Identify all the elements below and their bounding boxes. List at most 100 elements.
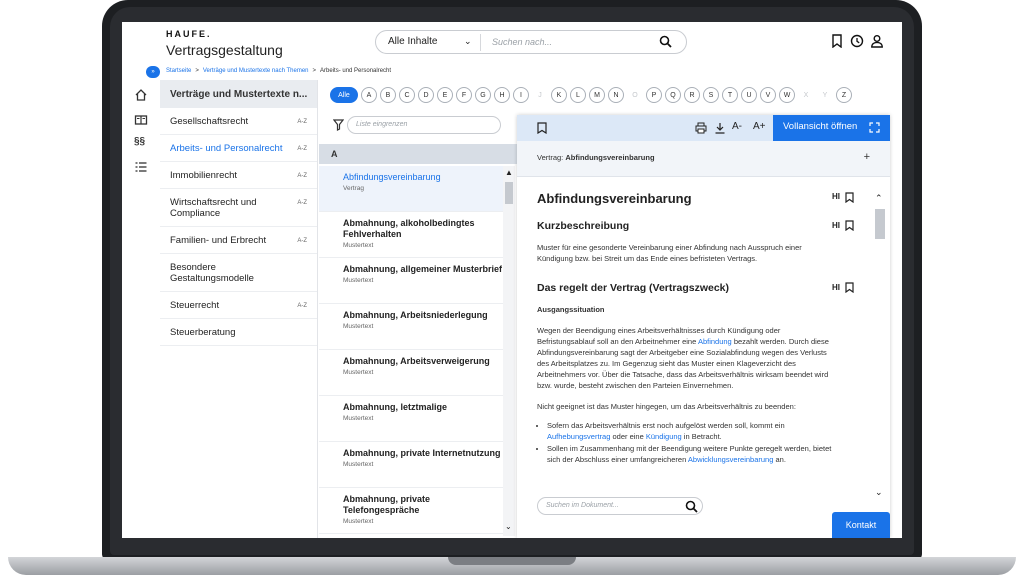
list-item[interactable]: Abmahnung, Arbeitsverweigerung Mustertext	[319, 350, 503, 396]
letter-filter-f[interactable]: F	[456, 87, 472, 103]
letter-filter-b[interactable]: B	[380, 87, 396, 103]
list-item[interactable]: Abmahnung, alkoholbedingtes Fehlverhalte…	[319, 212, 503, 258]
breadcrumb-link[interactable]: Startseite	[166, 68, 191, 74]
search-icon[interactable]	[659, 35, 672, 53]
home-icon[interactable]	[134, 88, 148, 102]
list-item[interactable]: Abmahnung, private Telefongespräche Muste…	[319, 488, 503, 534]
az-sort-icon[interactable]: A-Z	[297, 144, 307, 155]
list-scroll-thumb[interactable]	[505, 182, 513, 204]
letter-filter-alle[interactable]: Alle	[330, 87, 358, 103]
document-scroll-thumb[interactable]	[875, 209, 885, 239]
document-scrollbar[interactable]: ⌃ ⌄	[873, 193, 887, 505]
bookmark-icon[interactable]	[830, 34, 844, 49]
az-sort-icon[interactable]: A-Z	[297, 236, 307, 247]
list-item-type: Mustertext	[343, 277, 374, 284]
letter-filter-n[interactable]: N	[608, 87, 624, 103]
content-filter-select[interactable]: Alle Inhalte	[388, 36, 437, 47]
letter-filter-t[interactable]: T	[722, 87, 738, 103]
print-icon[interactable]	[695, 121, 707, 139]
letter-filter-c[interactable]: C	[399, 87, 415, 103]
letter-filter-h[interactable]: H	[494, 87, 510, 103]
history-clock-icon[interactable]	[850, 34, 864, 48]
letter-filter-d[interactable]: D	[418, 87, 434, 103]
chevron-down-icon[interactable]: ⌄	[875, 487, 883, 498]
list-scrollbar[interactable]: ▲ ⌄	[503, 166, 515, 536]
hi-badge[interactable]: HI	[832, 192, 840, 201]
category-item[interactable]: Besondere Gestaltungsmodelle	[160, 254, 317, 292]
category-item[interactable]: Gesellschaftsrecht A-Z	[160, 108, 317, 135]
bookmark-icon[interactable]	[845, 220, 854, 232]
letter-filter-q[interactable]: Q	[665, 87, 681, 103]
category-navigation: Verträge und Mustertexte n... Gesellscha…	[160, 80, 318, 538]
book-icon[interactable]	[134, 113, 148, 127]
text: Sofern das Arbeitsverhältnis erst noch a…	[547, 421, 785, 430]
list-item[interactable]: Abfindungsvereinbarung Vertrag	[319, 166, 503, 212]
chevron-up-icon[interactable]: ⌃	[875, 193, 883, 204]
link-aufhebungsvertrag[interactable]: Aufhebungsvertrag	[547, 432, 610, 441]
letter-filter-e[interactable]: E	[437, 87, 453, 103]
list-item[interactable]: Abmahnung, Arbeitsniederlegung Mustertext	[319, 304, 503, 350]
link-abfindung[interactable]: Abfindung	[698, 337, 732, 346]
search-input[interactable]: Suchen nach...	[492, 37, 552, 47]
paragraph-law-icon[interactable]: §§	[134, 136, 148, 150]
font-increase-icon[interactable]: A+	[753, 121, 766, 132]
letter-group-header: A	[319, 144, 517, 164]
link-kuendigung[interactable]: Kündigung	[646, 432, 682, 441]
download-icon[interactable]	[714, 121, 726, 139]
letter-filter-l[interactable]: L	[570, 87, 586, 103]
az-sort-icon[interactable]: A-Z	[297, 301, 307, 312]
letter-filter-z[interactable]: Z	[836, 87, 852, 103]
search-icon[interactable]	[685, 500, 698, 518]
list-item-title: Abmahnung, private Telefongespräche	[343, 494, 431, 515]
letter-filter-m[interactable]: M	[589, 87, 605, 103]
app-title: Vertragsgestaltung	[166, 42, 283, 58]
list-item[interactable]: Abmahnung, private Internetnutzung Muster…	[319, 442, 503, 488]
letter-filter-v[interactable]: V	[760, 87, 776, 103]
paragraph: Wegen der Beendigung eines Arbeitsverhäl…	[537, 325, 833, 391]
letter-filter-u[interactable]: U	[741, 87, 757, 103]
category-item[interactable]: Steuerrecht A-Z	[160, 292, 317, 319]
category-item[interactable]: Immobilienrecht A-Z	[160, 162, 317, 189]
letter-filter-s[interactable]: S	[703, 87, 719, 103]
letter-filter-a[interactable]: A	[361, 87, 377, 103]
list-item[interactable]: Abmahnung, letztmalige Mustertext	[319, 396, 503, 442]
category-item[interactable]: Arbeits- und Personalrecht A-Z	[160, 135, 317, 162]
plus-icon[interactable]: +	[864, 151, 870, 163]
category-item[interactable]: Familien- und Erbrecht A-Z	[160, 227, 317, 254]
az-sort-icon[interactable]: A-Z	[297, 198, 307, 209]
category-heading[interactable]: Verträge und Mustertexte n...	[160, 80, 317, 108]
hi-badge[interactable]: HI	[832, 221, 840, 230]
link-abwicklungsvereinbarung[interactable]: Abwicklungsvereinbarung	[688, 455, 773, 464]
full-view-button[interactable]: Vollansicht öffnen	[773, 115, 890, 141]
chevron-down-icon[interactable]: ⌄	[464, 36, 472, 47]
az-sort-icon[interactable]: A-Z	[297, 171, 307, 182]
bookmark-icon[interactable]	[845, 191, 854, 204]
letter-filter-i[interactable]: I	[513, 87, 529, 103]
letter-filter-p[interactable]: P	[646, 87, 662, 103]
breadcrumb-current: Arbeits- und Personalrecht	[320, 68, 392, 74]
scroll-up-icon[interactable]: ▲	[505, 168, 513, 177]
list-icon[interactable]	[134, 160, 148, 174]
hi-badge[interactable]: HI	[832, 283, 840, 292]
letter-filter-g[interactable]: G	[475, 87, 491, 103]
user-account-icon[interactable]	[870, 34, 884, 48]
contact-button[interactable]: Kontakt	[832, 512, 890, 538]
bookmark-icon[interactable]	[845, 282, 854, 294]
category-item[interactable]: Steuerberatung	[160, 319, 317, 346]
breadcrumb-link[interactable]: Verträge und Mustertexte nach Themen	[203, 68, 309, 74]
filter-funnel-icon[interactable]	[332, 118, 345, 136]
toggle-sidebar-button[interactable]: »	[146, 66, 160, 78]
category-item[interactable]: Wirtschaftsrecht und Compliance A-Z	[160, 189, 317, 227]
list-filter-input[interactable]: Liste eingrenzen	[347, 116, 501, 134]
letter-filter-w[interactable]: W	[779, 87, 795, 103]
brand-logo[interactable]: HAUFE.	[166, 29, 212, 39]
letter-filter-k[interactable]: K	[551, 87, 567, 103]
letter-filter-r[interactable]: R	[684, 87, 700, 103]
document-search-input[interactable]: Suchen im Dokument...	[537, 497, 703, 515]
az-sort-icon[interactable]: A-Z	[297, 117, 307, 128]
bookmark-icon[interactable]	[537, 121, 547, 139]
font-decrease-icon[interactable]: A-	[732, 121, 742, 132]
list-item[interactable]: Abmahnung, allgemeiner Musterbrief Muster…	[319, 258, 503, 304]
category-label: Wirtschaftsrecht und Compliance	[170, 197, 257, 219]
scroll-down-icon[interactable]: ⌄	[505, 522, 512, 531]
